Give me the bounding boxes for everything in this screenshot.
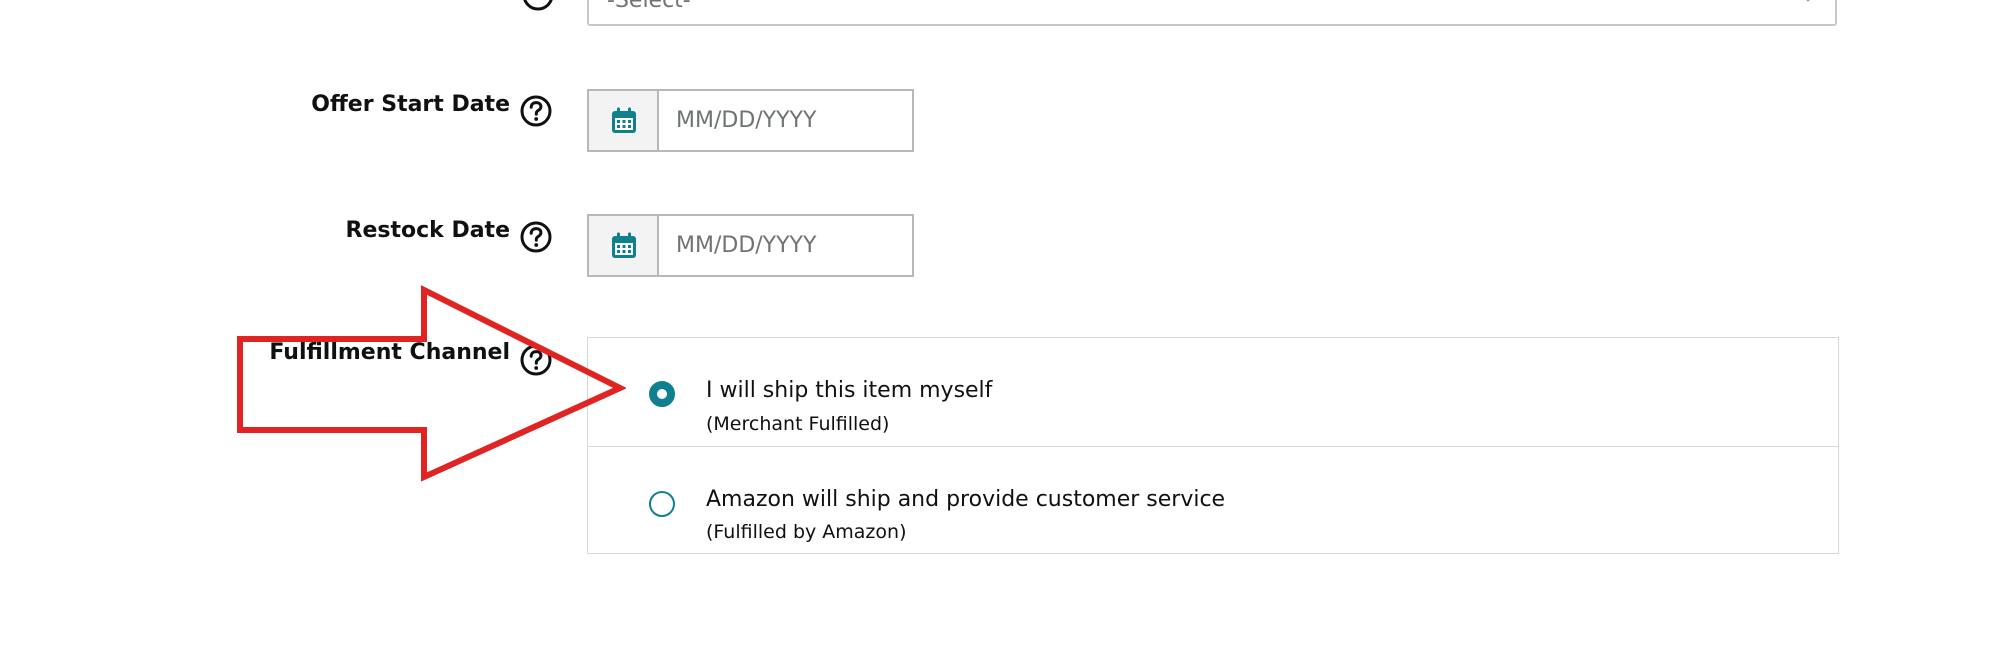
fulfilled-by-amazon-radio[interactable] [649,491,675,517]
calendar-button[interactable] [589,216,659,275]
restock-date-label: Restock Date [345,218,510,243]
chevron-down-icon [1806,0,1810,2]
offer-start-date-input[interactable] [659,91,912,150]
fulfillment-channel-options: I will ship this item myself (Merchant F… [587,337,1839,554]
help-icon[interactable] [521,0,555,12]
help-icon[interactable] [519,94,553,128]
fulfillment-option-amazon[interactable]: Amazon will ship and provide customer se… [588,446,1838,555]
red-arrow-annotation [237,285,626,482]
calendar-icon [612,232,636,258]
top-select-dropdown[interactable]: -Select- [587,0,1837,26]
help-icon[interactable] [519,220,553,254]
restock-date-input[interactable] [659,216,912,275]
option-title: I will ship this item myself [706,378,993,403]
select-value: -Select- [607,0,691,13]
option-subtitle: (Fulfilled by Amazon) [706,521,907,543]
calendar-icon [612,107,636,133]
merchant-fulfilled-radio[interactable] [649,381,675,407]
calendar-button[interactable] [589,91,659,150]
option-subtitle: (Merchant Fulfilled) [706,413,890,435]
offer-start-date-label: Offer Start Date [311,92,510,117]
offer-start-date-field[interactable] [587,89,914,152]
option-title: Amazon will ship and provide customer se… [706,487,1226,512]
restock-date-field[interactable] [587,214,914,277]
fulfillment-option-merchant[interactable]: I will ship this item myself (Merchant F… [588,338,1838,446]
